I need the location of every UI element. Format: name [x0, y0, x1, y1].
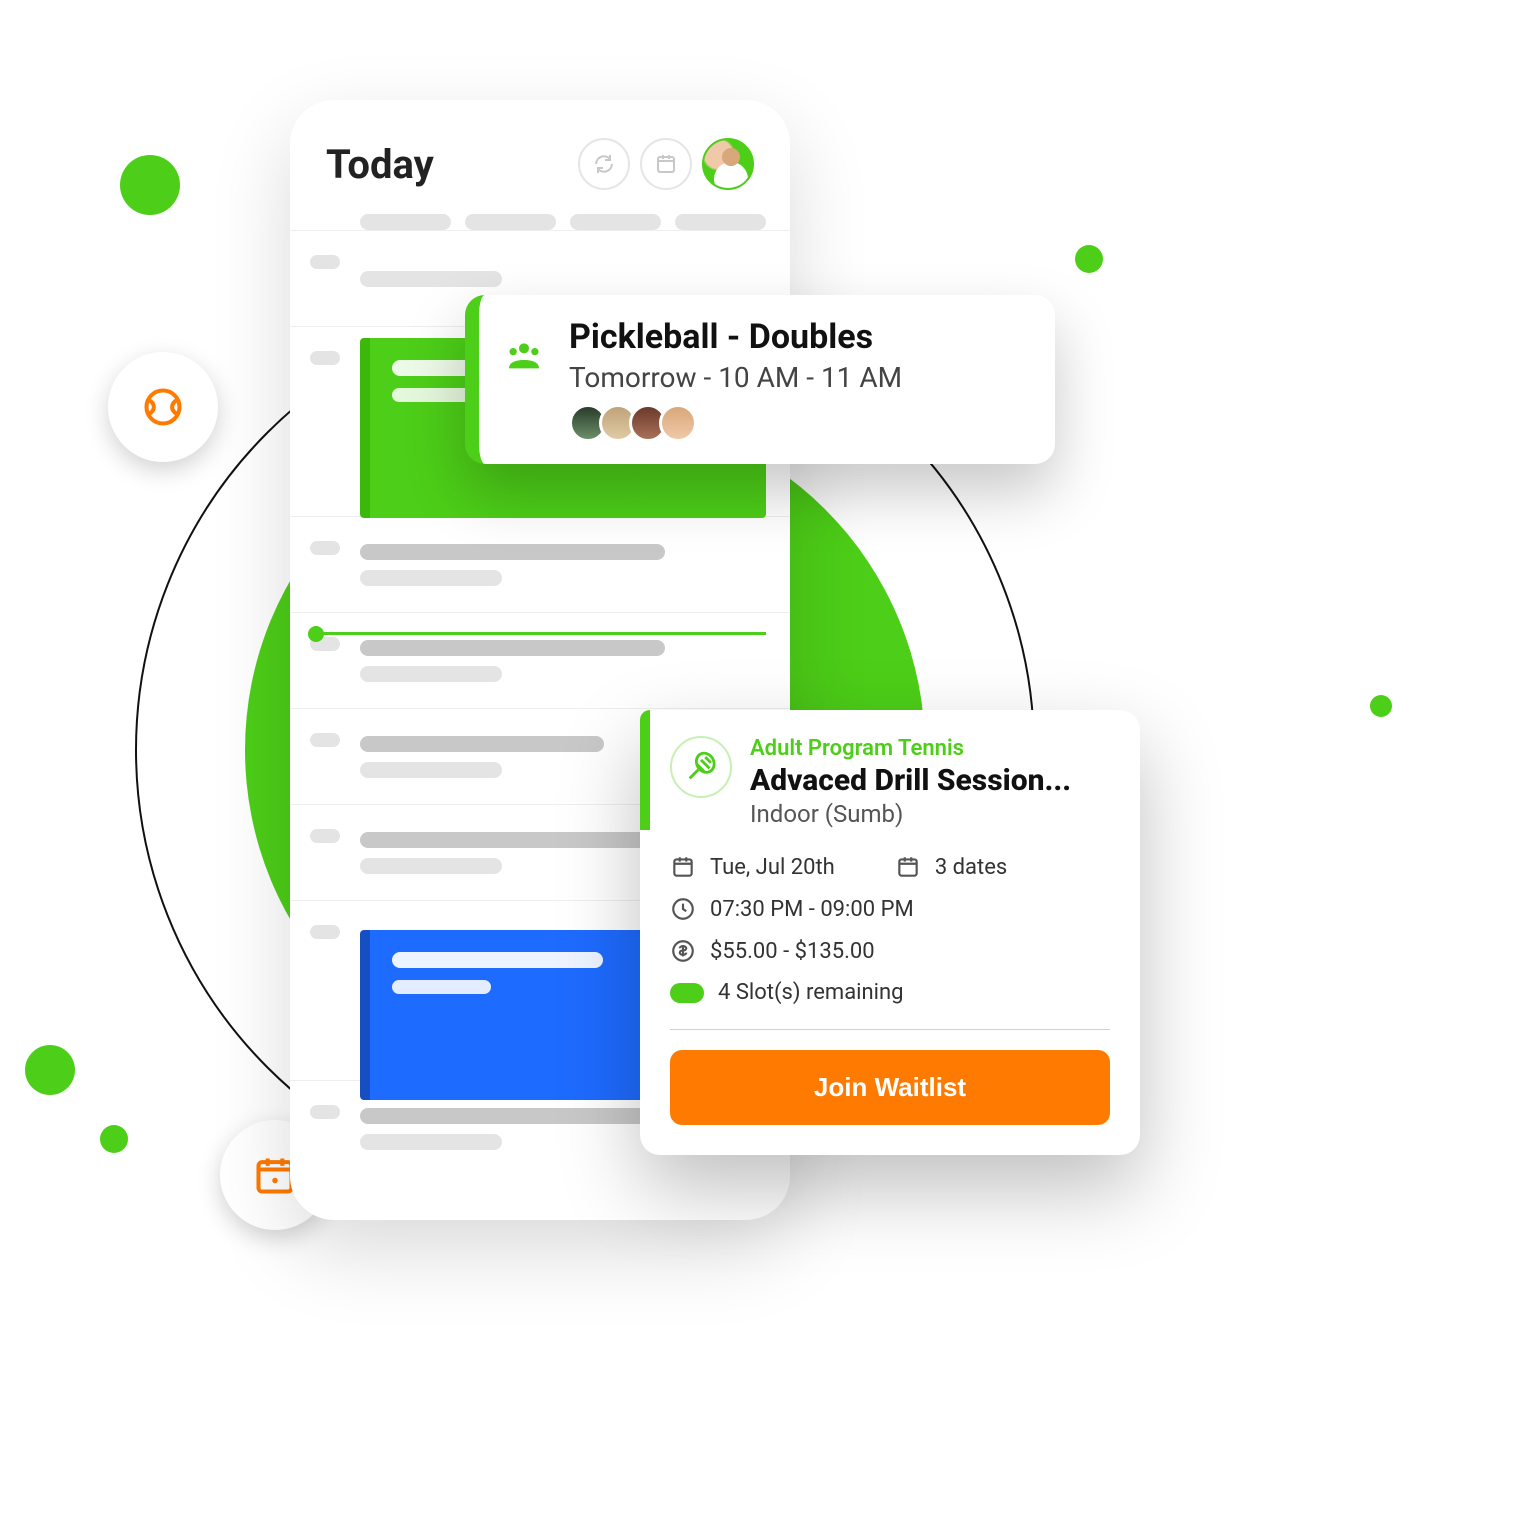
event-title: Advaced Drill Session...	[750, 763, 1110, 798]
current-time-indicator	[314, 632, 766, 635]
calendar-icon	[654, 152, 678, 176]
event-category: Adult Program Tennis	[750, 736, 1110, 761]
schedule-row[interactable]	[290, 516, 790, 612]
decorative-dot	[100, 1125, 128, 1153]
refresh-button[interactable]	[578, 138, 630, 190]
event-date: Tue, Jul 20th	[710, 855, 835, 880]
decorative-dot	[25, 1045, 75, 1095]
event-popover[interactable]: Pickleball - Doubles Tomorrow - 10 AM - …	[465, 295, 1055, 464]
decorative-dot	[1075, 245, 1103, 273]
event-time: 07:30 PM - 09:00 PM	[710, 897, 914, 922]
decorative-dot	[1370, 695, 1392, 717]
decorative-dot	[120, 155, 180, 215]
event-price: $55.00 - $135.00	[710, 939, 875, 964]
program-icon-wrap	[670, 736, 732, 798]
event-detail-card: Adult Program Tennis Advaced Drill Sessi…	[640, 710, 1140, 1155]
racquet-icon	[684, 750, 718, 784]
schedule-row[interactable]	[290, 612, 790, 708]
participant-avatars	[569, 404, 1029, 442]
refresh-icon	[592, 152, 616, 176]
user-avatar[interactable]	[702, 138, 754, 190]
sport-badge	[108, 352, 218, 462]
column-headers	[290, 214, 790, 230]
popover-subtitle: Tomorrow - 10 AM - 11 AM	[569, 361, 1029, 394]
tennis-ball-icon	[141, 385, 185, 429]
calendar-icon	[670, 854, 696, 880]
calendar-multi-icon	[895, 854, 921, 880]
price-icon	[670, 938, 696, 964]
group-icon	[504, 335, 544, 375]
card-divider	[670, 1029, 1110, 1030]
card-accent-stripe	[640, 710, 650, 830]
slots-indicator-icon	[670, 983, 704, 1003]
popover-title: Pickleball - Doubles	[569, 317, 1029, 357]
page-title: Today	[326, 141, 434, 188]
calendar-button[interactable]	[640, 138, 692, 190]
event-location: Indoor (Sumb)	[750, 800, 1110, 828]
clock-icon	[670, 896, 696, 922]
participant-avatar	[659, 404, 697, 442]
join-waitlist-button[interactable]: Join Waitlist	[670, 1050, 1110, 1125]
event-dates-count: 3 dates	[935, 855, 1007, 880]
event-slots: 4 Slot(s) remaining	[718, 980, 904, 1005]
